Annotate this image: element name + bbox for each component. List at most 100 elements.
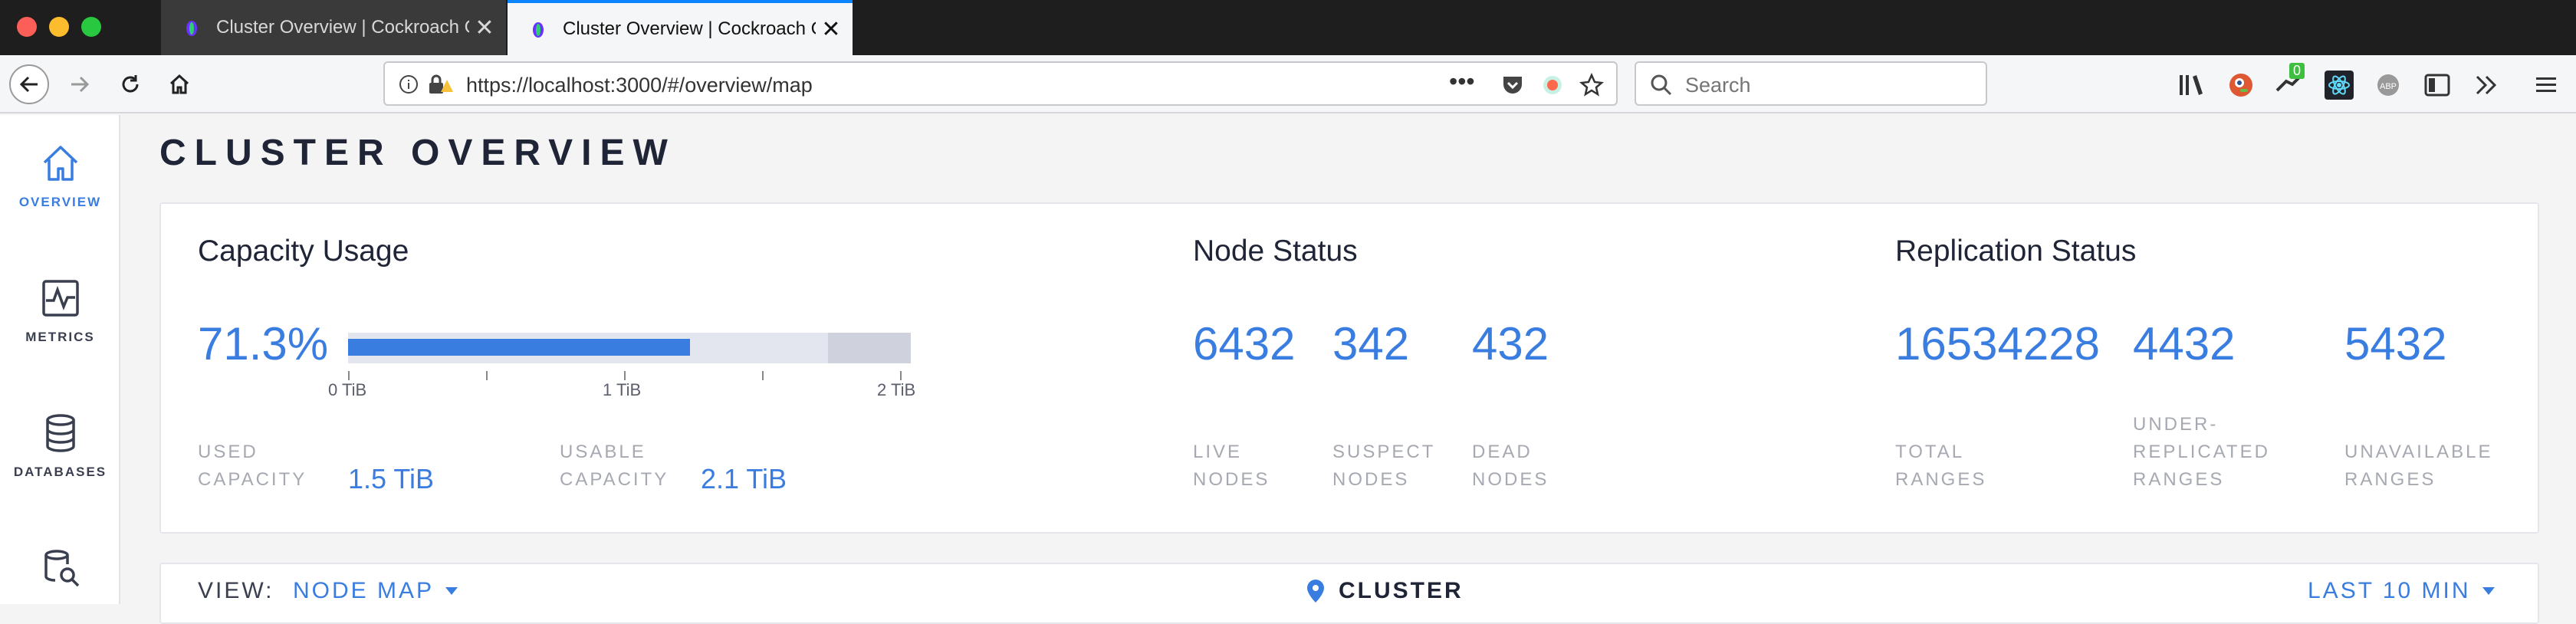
time-range-value: LAST 10 MIN — [2308, 578, 2471, 603]
chevron-down-icon — [445, 587, 458, 595]
view-select-value: NODE MAP — [293, 578, 435, 603]
database-icon — [45, 414, 75, 452]
under-replicated-ranges-label: UNDER- REPLICATED RANGES — [2133, 411, 2270, 494]
chevron-down-icon — [2482, 587, 2495, 595]
back-arrow-icon — [19, 76, 38, 93]
axis-tick — [486, 371, 488, 380]
view-label: VIEW: — [198, 578, 274, 603]
total-ranges-label: TOTAL RANGES — [1895, 438, 1986, 494]
duckduckgo-icon[interactable] — [2226, 71, 2256, 100]
cockroach-favicon-icon — [186, 21, 197, 36]
reload-icon — [122, 75, 139, 93]
axis-tick-label: 1 TiB — [603, 380, 642, 399]
capacity-bar — [348, 333, 911, 363]
label-line: USABLE — [560, 442, 646, 462]
dead-nodes-label: DEAD NODES — [1472, 438, 1549, 494]
cluster-breadcrumb-label: CLUSTER — [1339, 578, 1464, 603]
axis-tick — [624, 371, 626, 380]
browser-navbar: https://localhost:3000/#/overview/map ••… — [0, 55, 2576, 113]
sidebar-item-label: DATABASES — [13, 465, 107, 479]
unavailable-ranges-label: UNAVAILABLE RANGES — [2344, 438, 2493, 494]
axis-tick — [900, 371, 902, 380]
axis-tick-label: 2 TiB — [877, 380, 916, 399]
browser-tab-active[interactable]: Cluster Overview | Cockroach Console ✕ — [508, 0, 853, 55]
search-icon — [1651, 74, 1672, 96]
used-capacity-value: 1.5 TiB — [348, 463, 435, 494]
sidebar-item-metrics[interactable]: METRICS — [0, 278, 120, 345]
cluster-summary-card: Capacity Usage 71.3% 0 TiB 1 TiB 2 TiB U… — [159, 202, 2539, 534]
label-line: UNAVAILABLE — [2344, 442, 2493, 462]
hamburger-menu-icon[interactable] — [2532, 71, 2561, 100]
info-icon[interactable] — [399, 74, 419, 94]
tab-title: Cluster Overview | Cockroach Console — [563, 18, 816, 39]
addon-badge-icon[interactable]: 0 — [2274, 63, 2305, 100]
used-capacity-label: USED CAPACITY — [198, 438, 307, 494]
label-line: RANGES — [1895, 469, 1987, 490]
under-replicated-ranges-count: 4432 — [2133, 318, 2236, 369]
unavailable-ranges-count: 5432 — [2344, 318, 2447, 369]
view-select[interactable]: NODE MAP — [293, 578, 458, 604]
dead-nodes-count: 432 — [1472, 318, 1549, 369]
svg-text:ABP: ABP — [2380, 82, 2397, 91]
close-window-icon[interactable] — [17, 17, 37, 37]
extension-circle-icon[interactable] — [1541, 74, 1564, 97]
usable-capacity-label: USABLE CAPACITY — [560, 438, 669, 494]
app-sidebar: OVERVIEW METRICS DATABASES — [0, 115, 120, 604]
time-range-select[interactable]: LAST 10 MIN — [2308, 578, 2496, 604]
react-devtools-icon[interactable] — [2325, 71, 2354, 100]
library-icon[interactable] — [2177, 71, 2206, 100]
label-line: CAPACITY — [198, 469, 307, 490]
replication-status-title: Replication Status — [1895, 235, 2137, 268]
sidebar-item-databases[interactable]: DATABASES — [0, 412, 120, 480]
location-pin-icon — [1307, 580, 1324, 603]
axis-tick-label: 0 TiB — [328, 380, 367, 399]
page-actions-icon[interactable]: ••• — [1449, 67, 1475, 96]
maximize-window-icon[interactable] — [81, 17, 101, 37]
suspect-nodes-label: SUSPECT NODES — [1332, 438, 1435, 494]
sidebar-toggle-icon[interactable] — [2423, 71, 2452, 100]
home-button[interactable] — [159, 64, 199, 104]
reload-button[interactable] — [110, 64, 150, 104]
browser-tab[interactable]: Cluster Overview | Cockroach Console ✕ — [161, 0, 506, 55]
url-bar[interactable]: https://localhost:3000/#/overview/map ••… — [383, 61, 1618, 106]
forward-button[interactable] — [60, 64, 100, 104]
sidebar-item-overview[interactable]: OVERVIEW — [0, 143, 120, 210]
search-input[interactable]: Search — [1685, 74, 1751, 97]
axis-tick — [348, 371, 350, 380]
label-line: NODES — [1332, 469, 1410, 490]
sidebar-item-label: METRICS — [25, 330, 95, 344]
capacity-percent: 71.3% — [198, 318, 329, 369]
label-line: DEAD — [1472, 442, 1533, 462]
back-button[interactable] — [9, 64, 49, 104]
tab-title: Cluster Overview | Cockroach Console — [216, 17, 469, 38]
label-line: RANGES — [2344, 469, 2436, 490]
search-bar[interactable]: Search — [1635, 61, 1987, 106]
minimize-window-icon[interactable] — [49, 17, 69, 37]
forward-arrow-icon — [71, 76, 90, 93]
close-tab-icon[interactable]: ✕ — [816, 16, 846, 43]
insecure-lock-icon[interactable] — [428, 74, 454, 95]
label-line: CAPACITY — [560, 469, 669, 490]
sidebar-item-statements[interactable] — [0, 547, 120, 589]
close-tab-icon[interactable]: ✕ — [469, 15, 500, 41]
label-line: REPLICATED — [2133, 442, 2270, 462]
capacity-usage-title: Capacity Usage — [198, 235, 409, 268]
view-bar: VIEW: NODE MAP CLUSTER LAST 10 MIN — [159, 563, 2539, 624]
adblock-icon[interactable]: ABP — [2374, 71, 2403, 100]
axis-tick — [762, 371, 764, 380]
label-line: USED — [198, 442, 258, 462]
capacity-bar-reserved — [828, 333, 911, 363]
bookmark-star-icon[interactable] — [1579, 73, 1604, 97]
live-nodes-label: LIVE NODES — [1193, 438, 1270, 494]
label-line: RANGES — [2133, 469, 2225, 490]
pocket-icon[interactable] — [1501, 74, 1524, 96]
url-text[interactable]: https://localhost:3000/#/overview/map — [466, 74, 813, 97]
label-line: UNDER- — [2133, 414, 2219, 435]
cluster-breadcrumb[interactable]: CLUSTER — [1306, 578, 1464, 604]
node-status-title: Node Status — [1193, 235, 1358, 268]
label-line: SUSPECT — [1332, 442, 1436, 462]
sidebar-item-label: OVERVIEW — [18, 195, 102, 209]
total-ranges-count: 16534228 — [1895, 318, 2100, 369]
home-icon — [43, 146, 77, 181]
overflow-chevron-icon[interactable] — [2472, 71, 2501, 100]
